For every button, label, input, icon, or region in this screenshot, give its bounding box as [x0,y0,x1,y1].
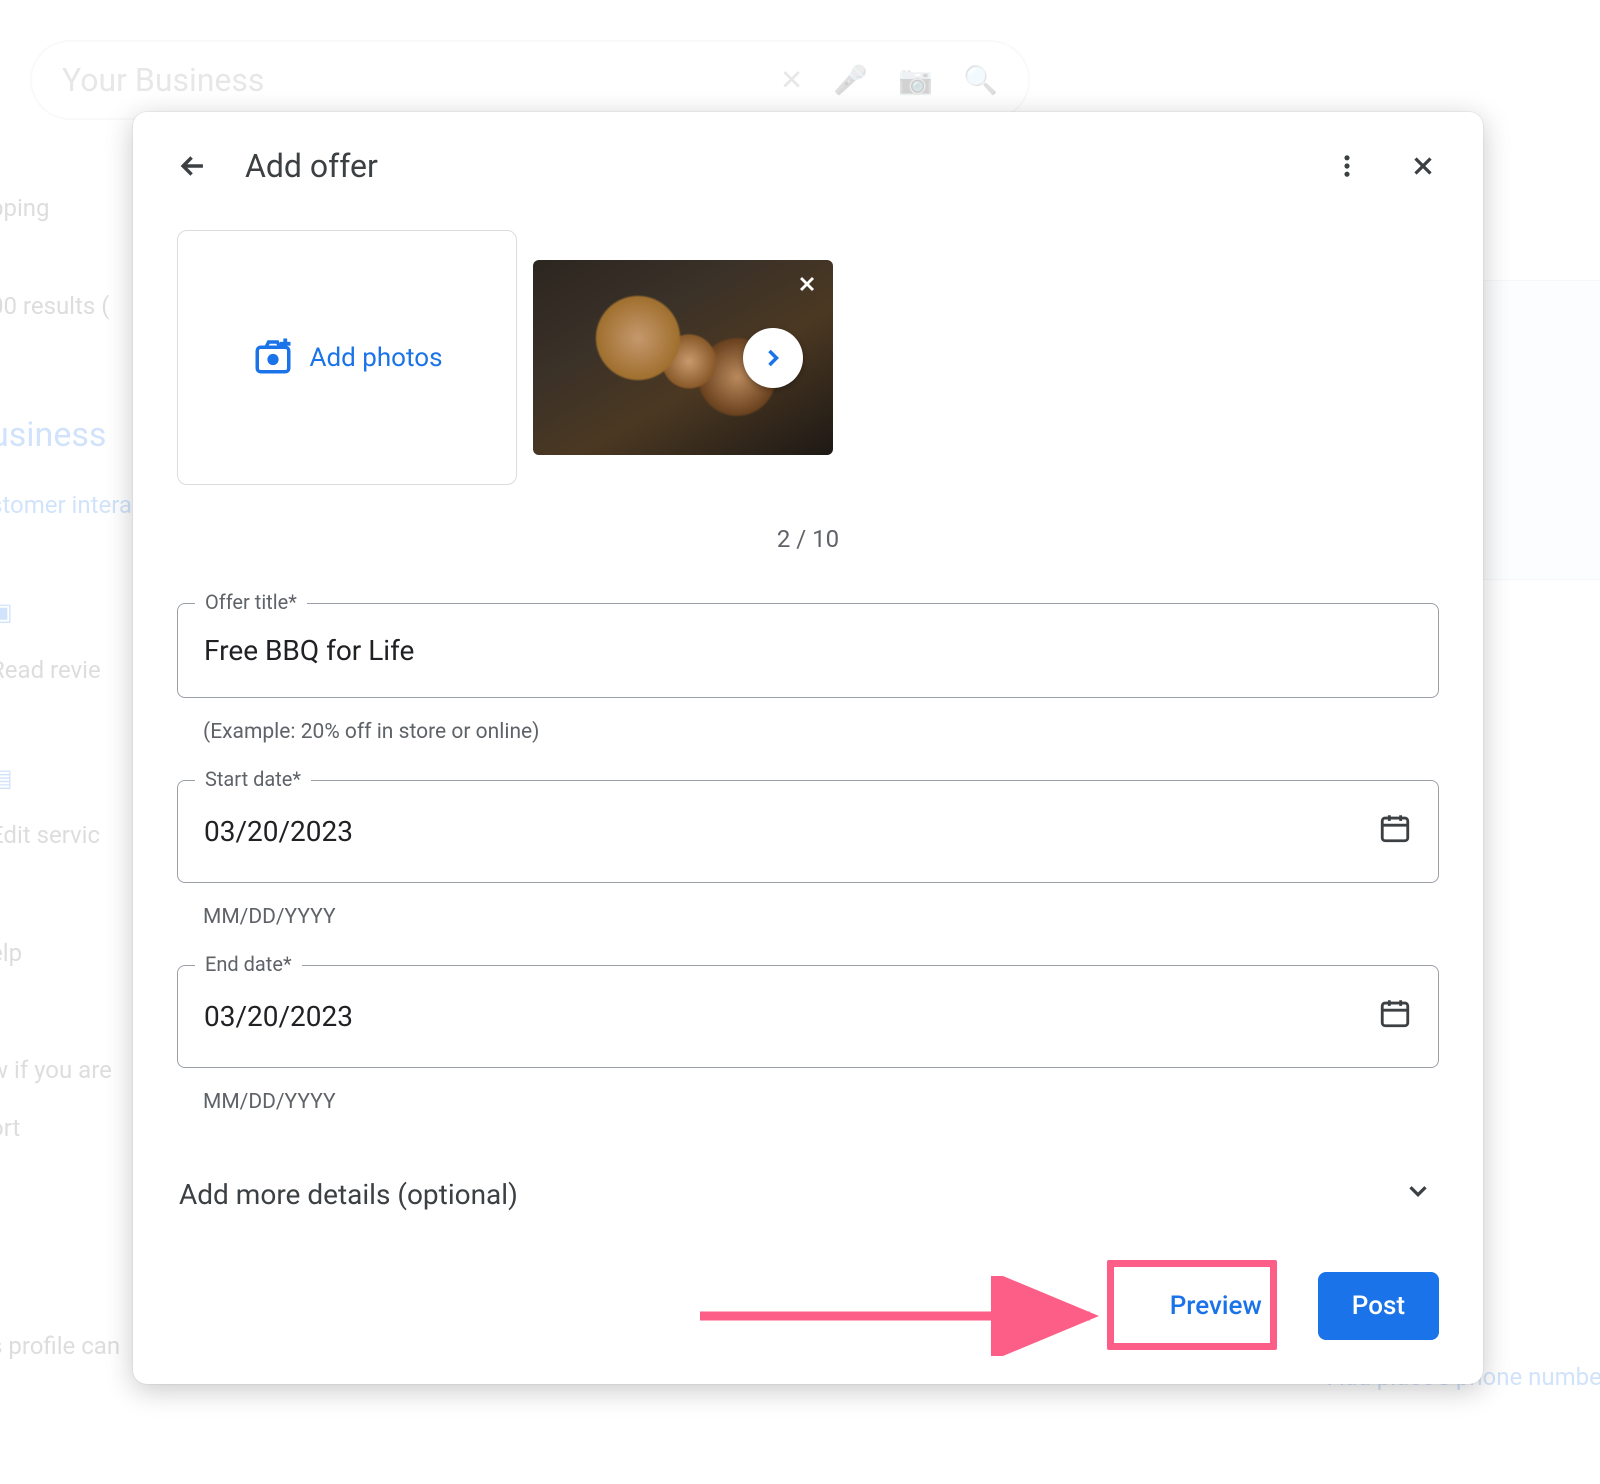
mic-icon: 🎤 [833,64,868,97]
more-details-toggle[interactable]: Add more details (optional) [177,1150,1439,1223]
start-date-hint: MM/DD/YYYY [177,891,1439,965]
bg-text: ort [0,1100,132,1158]
calendar-icon[interactable] [1378,996,1412,1037]
chevron-down-icon [1403,1176,1433,1213]
dialog-header: Add offer [133,112,1483,210]
post-button-label: Post [1352,1291,1405,1321]
bg-heading: usiness [0,395,132,477]
photo-counter: 2 / 10 [177,525,1439,553]
preview-button-label: Preview [1170,1291,1262,1321]
star-icon: ▣ [0,584,13,642]
end-date-label: End date* [195,952,302,976]
bg-text: elp [0,925,132,983]
bg-text: 00 results ( [0,278,132,336]
remove-photo-button[interactable] [795,270,819,303]
add-photos-button[interactable]: Add photos [177,230,517,485]
offer-title-hint: (Example: 20% off in store or online) [177,706,1439,780]
offer-title-label: Offer title* [195,590,307,614]
offer-title-field: Offer title* [177,603,1439,698]
bg-text: Read revie [0,642,132,700]
start-date-field: Start date* [177,780,1439,883]
more-details-label: Add more details (optional) [179,1178,518,1211]
close-icon [795,272,819,296]
add-offer-dialog: Add offer Add photos [133,112,1483,1384]
camera-icon: 📷 [898,64,933,97]
search-icon: 🔍 [963,64,998,97]
end-date-box [177,965,1439,1068]
bg-text: s profile can [0,1318,132,1376]
dialog-body: Add photos 2 / 10 Offer title* (Example:… [133,210,1483,1232]
end-date-field: End date* [177,965,1439,1068]
camera-plus-icon [252,335,294,381]
calendar-icon[interactable] [1378,811,1412,852]
search-actions: ✕ 🎤 📷 🔍 [780,64,998,97]
more-options-button[interactable] [1323,142,1371,190]
search-bar: Your Business ✕ 🎤 📷 🔍 [30,40,1030,120]
end-date-hint: MM/DD/YYYY [177,1076,1439,1150]
post-button[interactable]: Post [1318,1272,1439,1340]
photos-row: Add photos [177,230,1439,485]
offer-title-input[interactable] [204,634,1412,667]
close-button[interactable] [1399,142,1447,190]
preview-button[interactable]: Preview [1136,1272,1296,1340]
bg-text: Edit servic [0,807,132,865]
bg-text: stomer intera [0,477,132,535]
next-photo-button[interactable] [743,328,803,388]
start-date-label: Start date* [195,767,311,791]
clear-icon: ✕ [780,64,803,97]
end-date-input[interactable] [204,1000,1364,1033]
search-placeholder: Your Business [62,61,264,99]
arrow-left-icon [176,149,210,183]
more-vert-icon [1333,152,1361,180]
dialog-footer: Preview Post [133,1232,1483,1384]
offer-title-box [177,603,1439,698]
bg-text: w if you are [0,1042,132,1100]
bg-text: pping [0,180,132,238]
bg-left-column: pping 00 results ( usiness stomer intera… [0,180,132,1375]
start-date-input[interactable] [204,815,1364,848]
photo-thumbnail[interactable] [533,260,833,455]
add-photos-label: Add photos [310,343,443,373]
chevron-right-icon [759,344,787,372]
start-date-box [177,780,1439,883]
close-icon [1408,151,1438,181]
dialog-title: Add offer [245,147,1295,185]
list-icon: ▤ [0,750,13,808]
back-button[interactable] [169,142,217,190]
